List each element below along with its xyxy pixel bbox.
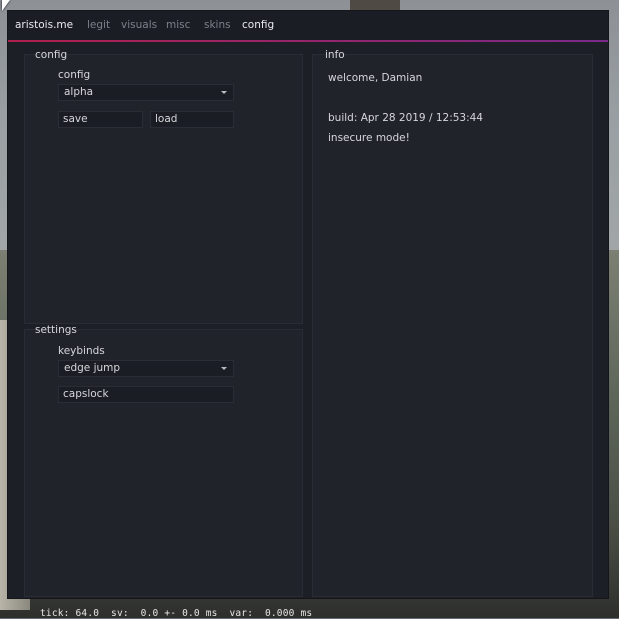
tab-misc[interactable]: misc <box>166 19 190 31</box>
net-graph-tick: tick: 64.0 <box>40 608 100 619</box>
keybind-key-value: capslock <box>63 388 109 400</box>
accent-bar <box>8 40 608 42</box>
tab-config[interactable]: config <box>242 19 274 31</box>
panel-title-settings: settings <box>35 324 77 336</box>
keybinds-label: keybinds <box>58 345 105 357</box>
brand-title: aristois.me <box>15 19 74 31</box>
mode-text: insecure mode! <box>328 132 410 144</box>
keybind-dropdown[interactable]: edge jump <box>58 360 234 377</box>
build-text: build: Apr 28 2019 / 12:53:44 <box>328 112 483 124</box>
settings-panel: settings keybinds edge jump capslock <box>24 324 303 597</box>
keybind-dropdown-value: edge jump <box>64 362 121 374</box>
tab-visuals[interactable]: visuals <box>121 19 157 31</box>
config-panel: config config alpha save load <box>24 49 303 324</box>
config-dropdown-value: alpha <box>64 86 94 98</box>
cheat-menu-window: aristois.me legit visuals misc skins con… <box>8 11 608 598</box>
net-graph-sv: sv: 0.0 +- 0.0 ms <box>111 608 218 619</box>
config-section-label: config <box>58 69 91 81</box>
cursor-icon <box>2 0 10 11</box>
config-dropdown[interactable]: alpha <box>58 84 234 101</box>
panel-title-config: config <box>35 49 68 61</box>
save-button-label: save <box>63 113 88 125</box>
tab-legit[interactable]: legit <box>87 19 110 31</box>
chevron-down-icon <box>221 91 227 94</box>
chevron-down-icon <box>221 367 227 370</box>
panel-title-info: info <box>325 49 345 61</box>
load-button-label: load <box>155 113 178 125</box>
keybind-key-field[interactable]: capslock <box>58 386 234 403</box>
menu-topbar: aristois.me legit visuals misc skins con… <box>8 11 608 40</box>
net-graph-var: var: 0.000 ms <box>229 608 313 619</box>
welcome-text: welcome, Damian <box>328 72 423 84</box>
net-graph: tick: 64.0 sv: 0.0 +- 0.0 ms var: 0.000 … <box>40 608 312 619</box>
tab-skins[interactable]: skins <box>204 19 231 31</box>
info-panel: info welcome, Damian build: Apr 28 2019 … <box>312 49 593 597</box>
save-button[interactable]: save <box>58 111 143 128</box>
load-button[interactable]: load <box>150 111 234 128</box>
